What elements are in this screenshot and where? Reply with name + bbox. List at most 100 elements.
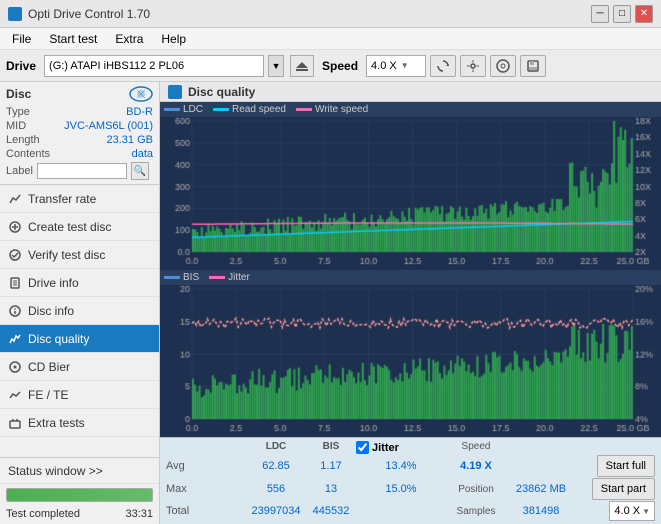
sidebar: Disc Type BD-R MID JVC-AMS6L (001) Lengt… bbox=[0, 82, 160, 524]
write-speed-legend-color bbox=[296, 108, 312, 111]
disc-label-input[interactable] bbox=[37, 163, 127, 179]
bis-legend-item: BIS bbox=[164, 272, 199, 283]
disc-contents-row: Contents data bbox=[6, 148, 153, 160]
read-speed-legend-label: Read speed bbox=[232, 104, 286, 115]
ldc-legend-label: LDC bbox=[183, 104, 203, 115]
stats-headers: LDC BIS Jitter Speed bbox=[166, 441, 655, 454]
stats-avg-row: Avg 62.85 1.17 13.4% 4.19 X Start full bbox=[166, 455, 655, 477]
fe-te-icon bbox=[8, 388, 22, 402]
refresh-button[interactable] bbox=[430, 55, 456, 77]
disc-mid-row: MID JVC-AMS6L (001) bbox=[6, 120, 153, 132]
lower-legend: BIS Jitter bbox=[160, 270, 661, 285]
main-content: Disc Type BD-R MID JVC-AMS6L (001) Lengt… bbox=[0, 82, 661, 524]
sidebar-item-extra-tests[interactable]: Extra tests bbox=[0, 409, 159, 437]
upper-chart-section: LDC Read speed Write speed bbox=[160, 102, 661, 270]
maximize-button[interactable]: □ bbox=[613, 5, 631, 23]
status-text-row: Test completed 33:31 bbox=[0, 506, 159, 524]
ldc-total-val: 23997034 bbox=[246, 505, 306, 517]
disc-quality-header: Disc quality bbox=[160, 82, 661, 102]
speed-selector[interactable]: 4.0 X ▼ bbox=[609, 501, 655, 521]
jitter-avg-val: 13.4% bbox=[356, 460, 446, 472]
eject-button[interactable] bbox=[290, 55, 314, 77]
ldc-col-header: LDC bbox=[246, 441, 306, 454]
disc-length-row: Length 23.31 GB bbox=[6, 134, 153, 146]
disc-type-row: Type BD-R bbox=[6, 106, 153, 118]
save-button[interactable] bbox=[520, 55, 546, 77]
sidebar-item-create-test-disc[interactable]: Create test disc bbox=[0, 213, 159, 241]
sidebar-item-fe-te[interactable]: FE / TE bbox=[0, 381, 159, 409]
status-time: 33:31 bbox=[125, 508, 153, 520]
position-label: Position bbox=[446, 484, 506, 495]
sidebar-item-cd-bier[interactable]: CD Bier bbox=[0, 353, 159, 381]
bis-max-val: 13 bbox=[306, 483, 356, 495]
position-val: 23862 MB bbox=[506, 483, 576, 495]
lower-chart-wrapper bbox=[160, 285, 661, 438]
disc-header-icon bbox=[129, 86, 153, 102]
stats-max-row: Max 556 13 15.0% Position 23862 MB Start… bbox=[166, 478, 655, 500]
menu-bar: File Start test Extra Help bbox=[0, 28, 661, 50]
drive-dropdown-button[interactable]: ▼ bbox=[268, 55, 284, 77]
disc-quality-icon bbox=[8, 332, 22, 346]
settings-button[interactable] bbox=[460, 55, 486, 77]
upper-chart-wrapper bbox=[160, 117, 661, 270]
extra-tests-label: Extra tests bbox=[28, 416, 85, 430]
app-icon bbox=[8, 7, 22, 21]
jitter-max-val: 15.0% bbox=[356, 483, 446, 495]
title-bar-left: Opti Drive Control 1.70 bbox=[8, 7, 150, 21]
drive-toolbar: Drive (G:) ATAPI iHBS112 2 PL06 ▼ Speed … bbox=[0, 50, 661, 82]
drive-info-label: Drive info bbox=[28, 276, 79, 290]
cd-bier-icon bbox=[8, 360, 22, 374]
bis-col-header: BIS bbox=[306, 441, 356, 454]
menu-extra[interactable]: Extra bbox=[107, 30, 151, 48]
verify-test-disc-label: Verify test disc bbox=[28, 248, 105, 262]
bis-avg-val: 1.17 bbox=[306, 460, 356, 472]
sidebar-item-transfer-rate[interactable]: Transfer rate bbox=[0, 185, 159, 213]
upper-legend: LDC Read speed Write speed bbox=[160, 102, 661, 117]
disc-panel: Disc Type BD-R MID JVC-AMS6L (001) Lengt… bbox=[0, 82, 159, 185]
status-window-button[interactable]: Status window >> bbox=[0, 458, 159, 484]
progress-bar-container bbox=[6, 488, 153, 502]
sidebar-item-disc-quality[interactable]: Disc quality bbox=[0, 325, 159, 353]
create-test-disc-label: Create test disc bbox=[28, 220, 111, 234]
write-speed-legend-item: Write speed bbox=[296, 104, 368, 115]
samples-label: Samples bbox=[446, 506, 506, 517]
speed-current-val: 4.19 X bbox=[446, 460, 506, 472]
sidebar-item-disc-info[interactable]: Disc info bbox=[0, 297, 159, 325]
create-test-disc-icon bbox=[8, 220, 22, 234]
read-speed-legend-item: Read speed bbox=[213, 104, 286, 115]
disc-mid-val: JVC-AMS6L (001) bbox=[64, 120, 153, 132]
disc-label-button[interactable]: 🔍 bbox=[131, 162, 149, 180]
close-button[interactable]: ✕ bbox=[635, 5, 653, 23]
jitter-legend-item: Jitter bbox=[209, 272, 250, 283]
start-full-button[interactable]: Start full bbox=[597, 455, 655, 477]
disc-mid-key: MID bbox=[6, 120, 26, 132]
disc-label-row: Label 🔍 bbox=[6, 162, 153, 180]
disc-info-label: Disc info bbox=[28, 304, 74, 318]
sidebar-item-verify-test-disc[interactable]: Verify test disc bbox=[0, 241, 159, 269]
bis-legend-color bbox=[164, 276, 180, 279]
menu-start-test[interactable]: Start test bbox=[41, 30, 105, 48]
disc-button[interactable] bbox=[490, 55, 516, 77]
speed-selector-value: 4.0 X bbox=[614, 505, 640, 517]
transfer-rate-icon bbox=[8, 192, 22, 206]
disc-type-key: Type bbox=[6, 106, 30, 118]
minimize-button[interactable]: ─ bbox=[591, 5, 609, 23]
drive-select[interactable]: (G:) ATAPI iHBS112 2 PL06 bbox=[44, 55, 264, 77]
menu-file[interactable]: File bbox=[4, 30, 39, 48]
start-part-button[interactable]: Start part bbox=[592, 478, 655, 500]
disc-info-icon bbox=[8, 304, 22, 318]
app-title: Opti Drive Control 1.70 bbox=[28, 7, 150, 21]
jitter-legend-color bbox=[209, 276, 225, 279]
jitter-checkbox[interactable] bbox=[356, 441, 369, 454]
total-row-label: Total bbox=[166, 505, 246, 517]
disc-quality-label: Disc quality bbox=[28, 332, 89, 346]
disc-quality-title: Disc quality bbox=[188, 85, 255, 99]
speed-select[interactable]: 4.0 X ▼ bbox=[366, 55, 426, 77]
avg-row-label: Avg bbox=[166, 460, 246, 472]
jitter-legend-label: Jitter bbox=[228, 272, 250, 283]
title-controls: ─ □ ✕ bbox=[591, 5, 653, 23]
disc-header: Disc bbox=[6, 86, 153, 102]
drive-label: Drive bbox=[6, 59, 36, 73]
sidebar-item-drive-info[interactable]: Drive info bbox=[0, 269, 159, 297]
menu-help[interactable]: Help bbox=[153, 30, 194, 48]
